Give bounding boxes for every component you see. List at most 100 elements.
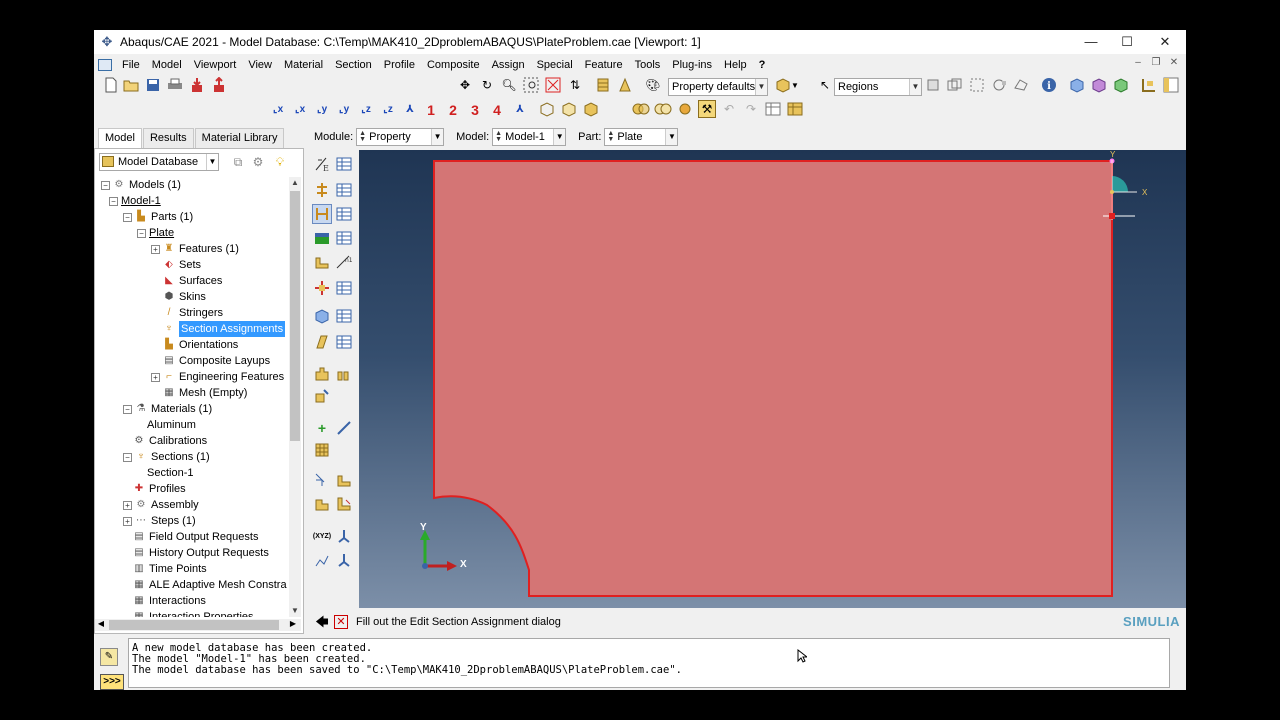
scroll-thumb-horizontal[interactable] [109,620,279,630]
assign-section-icon[interactable] [312,204,332,224]
expand-icon[interactable]: + [151,244,160,254]
message-area-toggle-icon[interactable]: ✎ [100,648,118,666]
select-box-icon[interactable] [968,76,986,94]
select-arrow-icon[interactable]: ↖ [816,76,834,94]
menu-composite[interactable]: Composite [421,59,486,71]
tree-collapse-icon[interactable]: ⚙ [249,153,267,171]
saved-view-4-button[interactable]: 4 [488,100,506,120]
viewport-1[interactable]: Y X Y X [359,150,1186,608]
tree-node-features[interactable]: + ♜ Features (1) [151,241,239,257]
open-folder-icon[interactable] [122,76,140,94]
view-back-y-icon[interactable]: ⌞y [334,100,354,120]
measure-distance-icon[interactable] [312,550,332,570]
translucency-icon[interactable] [632,100,650,118]
create-datum-axis-icon[interactable] [334,418,354,438]
cancel-procedure-icon[interactable]: ✕ [334,615,348,629]
create-datum-plane-icon[interactable] [312,440,332,460]
assign-beam-section-icon[interactable] [312,252,332,272]
create-skin-icon[interactable] [312,332,332,352]
section-manager-icon[interactable] [334,180,354,200]
layout-toggle-icon[interactable] [1162,76,1180,94]
tree-node-time-points[interactable]: ▥ Time Points [133,561,206,577]
redo-icon[interactable]: ↷ [742,100,760,118]
menu-tools[interactable]: Tools [629,59,667,71]
select-polygon-icon[interactable] [1012,76,1030,94]
plate-part[interactable] [433,160,1113,597]
tree-node-engineering-features[interactable]: + ⌐ Engineering Features [151,369,284,385]
expand-icon[interactable]: + [151,372,160,382]
print-icon[interactable] [166,76,184,94]
display-group-icon[interactable] [786,100,804,118]
tab-results[interactable]: Results [142,128,194,148]
menu-plug-ins[interactable]: Plug-ins [666,59,718,71]
menu-view[interactable]: View [242,59,278,71]
scroll-up-icon[interactable]: ▲ [289,177,301,189]
tree-node-section-1[interactable]: Section-1 [147,465,193,481]
auto-fit-icon[interactable] [544,76,562,94]
cycle-views-icon[interactable]: ⇅ [566,76,584,94]
model-select[interactable]: ▲ ▼ Model-1 ▼ [492,128,567,146]
mdi-minimize-icon[interactable]: – [1130,57,1146,68]
tree-node-calibrations[interactable]: ⚙ Calibrations [133,433,208,449]
hammer-tool-icon[interactable]: ⚒ [698,100,716,118]
menu-profile[interactable]: Profile [378,59,421,71]
collapse-icon[interactable]: − [101,180,110,190]
view-front-x-icon[interactable]: ⌞x [268,100,288,120]
tree-node-composite-layups[interactable]: ▤ Composite Layups [163,353,270,369]
create-profile-icon[interactable] [312,228,332,248]
tree-node-steps[interactable]: + ⋯ Steps (1) [123,513,196,529]
view-front-z-icon[interactable]: ⌞z [356,100,376,120]
partition-face-icon[interactable] [312,470,332,490]
tree-node-mesh[interactable]: ▦ Mesh (Empty) [163,385,247,401]
tree-node-parts[interactable]: − ▙ Parts (1) [123,209,193,225]
view-front-y-icon[interactable]: ⌞y [312,100,332,120]
export-icon[interactable] [210,76,228,94]
skin-manager-icon[interactable] [334,332,354,352]
collapse-icon[interactable]: − [123,212,132,222]
expand-icon[interactable]: + [123,516,132,526]
tree-toggle-icon[interactable] [1140,76,1158,94]
tree-node-field-output-requests[interactable]: ▤ Field Output Requests [133,529,258,545]
tree-node-sections[interactable]: − ♆ Sections (1) [123,449,210,465]
mdi-close-icon[interactable]: ✕ [1166,57,1182,68]
menu-section[interactable]: Section [329,59,378,71]
spinner-icon[interactable]: ▲ ▼ [495,130,502,143]
previous-step-arrow-icon[interactable]: 🡄 [314,614,330,630]
tree-node-stringers[interactable]: / Stringers [163,305,223,321]
view-manager-icon[interactable] [764,100,782,118]
kernel-command-prompt-button[interactable]: >>> [100,674,124,690]
view-triad-icon[interactable]: ⅄ [510,100,530,120]
csys-icon[interactable] [334,526,354,546]
material-manager-icon[interactable] [334,154,354,174]
tree-node-aluminum[interactable]: Aluminum [147,417,196,433]
tree-vertical-scrollbar[interactable]: ▲ ▼ [289,177,301,617]
tree-node-assembly[interactable]: + ⚙ Assembly [123,497,199,513]
close-button[interactable]: ✕ [1146,30,1184,54]
spinner-icon[interactable]: ▲ ▼ [359,130,366,143]
assign-beam-orientation-icon[interactable]: n1 [334,252,354,272]
tree-horizontal-scrollbar[interactable]: ◀ ▶ [95,619,301,631]
expand-icon[interactable]: + [123,500,132,510]
select-circle-icon[interactable] [990,76,1008,94]
window-menu-icon[interactable] [98,59,112,71]
query-coordinates-icon[interactable]: (XYZ) [312,526,332,546]
saved-view-1-button[interactable]: 1 [422,100,440,120]
create-section-icon[interactable] [312,180,332,200]
saved-view-2-button[interactable]: 2 [444,100,462,120]
collapse-icon[interactable]: − [123,404,132,414]
composite-layup-manager-icon[interactable] [334,306,354,326]
render-shaded-cube-icon[interactable] [582,100,600,118]
tab-model[interactable]: Model [98,128,142,148]
spinner-icon[interactable]: ▲ ▼ [607,130,614,143]
scroll-down-icon[interactable]: ▼ [289,605,301,617]
view-back-z-icon[interactable]: ⌞z [378,100,398,120]
tree-node-model-1[interactable]: − Model-1 [109,193,161,209]
tree-node-ale-adaptive-mesh-constraints[interactable]: ▦ALE Adaptive Mesh Constraints [133,577,287,593]
scroll-thumb[interactable] [290,191,300,441]
menu-viewport[interactable]: Viewport [188,59,243,71]
assembly-view-icon[interactable] [1112,76,1130,94]
mdi-restore-icon[interactable]: ❐ [1148,57,1164,68]
orientation-manager-icon[interactable] [334,278,354,298]
lightbulb-icon[interactable]: 💡︎ [271,153,289,171]
query-axis-icon[interactable] [334,550,354,570]
